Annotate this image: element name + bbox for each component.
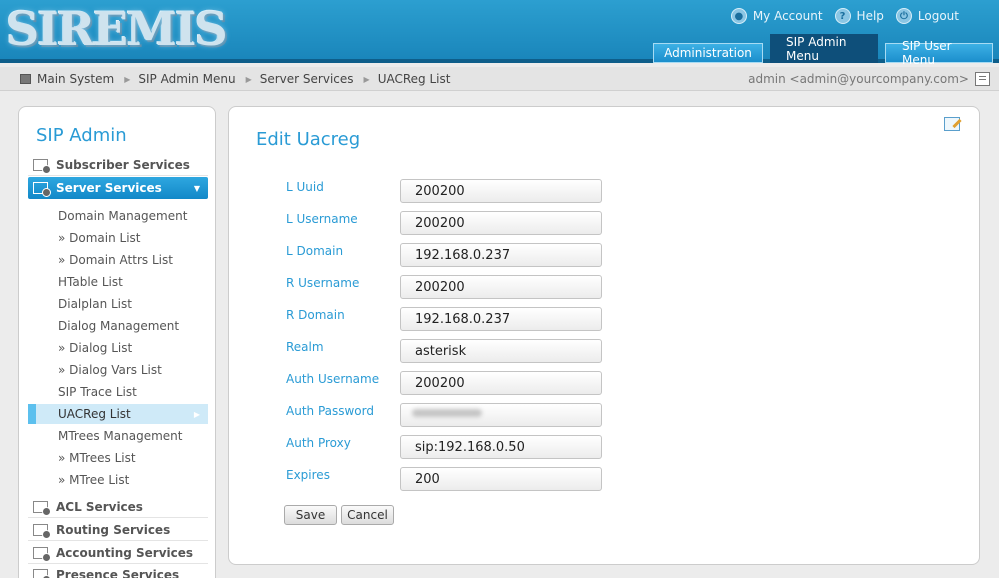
auth-proxy-field[interactable] [400,435,602,459]
auth-username-field[interactable] [400,371,602,395]
l-username-label: L Username [286,212,358,226]
module-icon [33,182,51,197]
cancel-button[interactable]: Cancel [341,505,394,525]
r-domain-field[interactable] [400,307,602,331]
app-header: SIREMIS ● My Account ? Help ⏻ Logout Adm… [0,0,999,67]
r-domain-label: R Domain [286,308,345,322]
sidebar-item-domain-list[interactable]: » Domain List [28,228,208,248]
breadcrumb-main-system[interactable]: Main System [37,72,114,86]
breadcrumb-arrow-icon: ▶ [124,74,131,84]
sidebar-section-presence-services[interactable]: Presence Services [28,564,208,578]
sidebar-item-dialog-vars-list[interactable]: » Dialog Vars List [28,360,208,380]
home-icon [20,74,31,84]
expires-label: Expires [286,468,330,482]
power-icon: ⏻ [895,8,912,24]
user-icon: ● [730,8,747,24]
page-title: Edit Uacreg [256,129,361,150]
breadcrumb: Main System ▶ SIP Admin Menu ▶ Server Se… [20,72,450,86]
module-icon [33,523,51,539]
chevron-down-icon: ▼ [193,183,200,193]
sidebar-section-label: ACL Services [56,499,143,514]
breadcrumb-uacreg-list[interactable]: UACReg List [378,72,451,86]
sidebar-section-label: Presence Services [56,567,180,578]
sidebar-section-acl-services[interactable]: ACL Services [28,496,208,518]
notes-icon[interactable] [975,72,990,86]
tab-administration[interactable]: Administration [653,43,763,63]
module-icon [33,158,51,174]
sidebar-item-dialog-management[interactable]: Dialog Management [28,316,208,336]
realm-field[interactable] [400,339,602,363]
sidebar-section-accounting-services[interactable]: Accounting Services [28,542,208,564]
edit-form-panel: Edit Uacreg L Uuid L Username L Domain R… [228,106,980,565]
help-link[interactable]: ? Help [834,8,884,24]
sidebar-item-dialog-list[interactable]: » Dialog List [28,338,208,358]
sidebar-section-label: Server Services [56,181,162,195]
sidebar-item-htable-list[interactable]: HTable List [28,272,208,292]
breadcrumb-arrow-icon: ▶ [245,74,252,84]
sidebar-item-sip-trace-list[interactable]: SIP Trace List [28,382,208,402]
auth-password-label: Auth Password [286,404,374,418]
auth-username-label: Auth Username [286,372,380,386]
sidebar: SIP Admin Subscriber Services Server Ser… [18,106,216,578]
module-icon [33,500,51,516]
edit-icon[interactable] [944,117,960,131]
chevron-right-icon: ▶ [193,409,200,419]
my-account-link[interactable]: ● My Account [730,8,823,24]
tab-sip-user-menu[interactable]: SIP User Menu [885,39,993,67]
breadcrumb-bar: Main System ▶ SIP Admin Menu ▶ Server Se… [0,67,999,91]
module-icon [33,546,51,562]
l-domain-label: L Domain [286,244,344,258]
module-icon [33,568,51,578]
sidebar-section-label: Accounting Services [56,545,194,560]
logout-link[interactable]: ⏻ Logout [895,8,959,24]
sidebar-title: SIP Admin [36,125,127,146]
l-domain-field[interactable] [400,243,602,267]
sidebar-section-routing-services[interactable]: Routing Services [28,519,208,541]
auth-proxy-label: Auth Proxy [286,436,351,450]
l-uuid-field[interactable] [400,179,602,203]
save-button[interactable]: Save [284,505,337,525]
logged-in-user: admin <admin@yourcompany.com> [748,72,969,86]
help-icon: ? [834,8,851,24]
realm-label: Realm [286,340,324,354]
breadcrumb-server-services[interactable]: Server Services [260,72,354,86]
sidebar-item-mtrees-management[interactable]: MTrees Management [28,426,208,446]
my-account-label: My Account [752,9,823,23]
sidebar-section-label: Subscriber Services [56,157,190,172]
r-username-label: R Username [286,276,360,290]
breadcrumb-sip-admin-menu[interactable]: SIP Admin Menu [138,72,235,86]
r-username-field[interactable] [400,275,602,299]
sidebar-item-mtree-list[interactable]: » MTree List [28,470,208,490]
l-uuid-label: L Uuid [286,180,324,194]
sidebar-item-uacreg-list[interactable]: UACReg List ▶ [28,404,208,424]
main-nav-tabs: Administration SIP Admin Menu SIP User M… [653,34,993,67]
sidebar-item-domain-attrs-list[interactable]: » Domain Attrs List [28,250,208,270]
top-links: ● My Account ? Help ⏻ Logout [730,8,959,24]
tab-sip-admin-menu[interactable]: SIP Admin Menu [770,34,878,63]
sidebar-item-label: UACReg List [58,407,131,421]
sidebar-item-dialplan-list[interactable]: Dialplan List [28,294,208,314]
l-username-field[interactable] [400,211,602,235]
sidebar-section-label: Routing Services [56,522,171,537]
logout-label: Logout [917,9,959,23]
sidebar-item-domain-management[interactable]: Domain Management [28,206,208,226]
expires-field[interactable] [400,467,602,491]
siremis-logo[interactable]: SIREMIS [6,2,228,56]
breadcrumb-arrow-icon: ▶ [363,74,370,84]
sidebar-section-subscriber-services[interactable]: Subscriber Services [28,154,208,176]
sidebar-section-server-services[interactable]: Server Services ▼ [28,177,208,199]
sidebar-item-mtrees-list[interactable]: » MTrees List [28,448,208,468]
password-redaction [412,409,482,417]
help-label: Help [856,9,884,23]
